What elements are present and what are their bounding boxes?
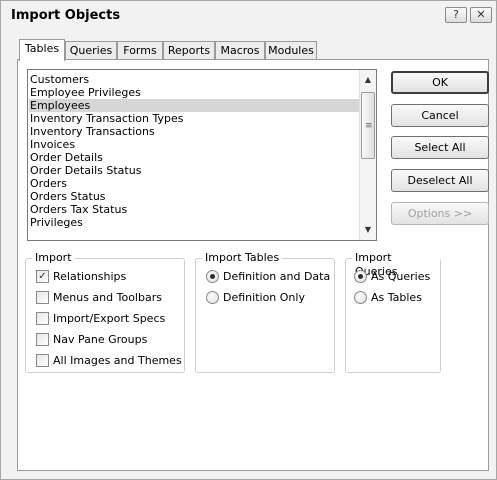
- tab-queries[interactable]: Queries: [65, 41, 117, 60]
- menus-toolbars-label: Menus and Toolbars: [53, 291, 162, 304]
- tab-modules[interactable]: Modules: [265, 41, 317, 60]
- list-item-employee-privileges[interactable]: Employee Privileges: [29, 86, 359, 99]
- checkbox-box[interactable]: [36, 354, 49, 367]
- relationships-label: Relationships: [53, 270, 127, 283]
- import-queries-group: Import Queries As Queries As Tables: [345, 251, 441, 373]
- list-scrollbar[interactable]: ▲ ≡ ▼: [359, 70, 376, 240]
- list-item-orders[interactable]: Orders: [29, 177, 359, 190]
- list-item-order-details[interactable]: Order Details: [29, 151, 359, 164]
- all-images-themes-label: All Images and Themes: [53, 354, 182, 367]
- list-item-order-details-status[interactable]: Order Details Status: [29, 164, 359, 177]
- help-button[interactable]: ?: [445, 7, 467, 23]
- cancel-button[interactable]: Cancel: [391, 104, 489, 127]
- checkbox-box[interactable]: [36, 333, 49, 346]
- as-tables-label: As Tables: [371, 291, 422, 304]
- list-item-orders-status[interactable]: Orders Status: [29, 190, 359, 203]
- tab-forms[interactable]: Forms: [117, 41, 163, 60]
- definition-only-label: Definition Only: [223, 291, 305, 304]
- list-item-invoices[interactable]: Invoices: [29, 138, 359, 151]
- nav-pane-groups-label: Nav Pane Groups: [53, 333, 148, 346]
- deselect-all-button[interactable]: Deselect All: [391, 169, 489, 192]
- tab-reports[interactable]: Reports: [163, 41, 215, 60]
- definition-and-data-label: Definition and Data: [223, 270, 331, 283]
- dialog-title: Import Objects: [11, 8, 121, 23]
- checkbox-box[interactable]: [36, 312, 49, 325]
- check-icon[interactable]: ✓: [36, 270, 49, 283]
- title-bar: Import Objects ? ✕: [1, 1, 496, 29]
- radio-selected-icon[interactable]: [354, 270, 367, 283]
- close-button[interactable]: ✕: [470, 7, 492, 23]
- radio-selected-icon[interactable]: [206, 270, 219, 283]
- import-group: Import ✓ Relationships Menus and Toolbar…: [25, 251, 185, 373]
- import-tables-legend: Import Tables: [202, 251, 283, 265]
- select-all-button[interactable]: Select All: [391, 136, 489, 159]
- list-item-privileges[interactable]: Privileges: [29, 216, 359, 229]
- import-group-legend: Import: [32, 251, 75, 265]
- scroll-up-icon[interactable]: ▲: [360, 72, 376, 88]
- grip-icon: ≡: [365, 121, 373, 131]
- tab-tables[interactable]: Tables: [19, 39, 65, 61]
- scroll-thumb[interactable]: ≡: [361, 92, 375, 159]
- objects-list[interactable]: Customers Employee Privileges Employees …: [27, 69, 377, 241]
- options-button[interactable]: Options >>: [391, 202, 489, 225]
- ok-button[interactable]: OK: [391, 71, 489, 94]
- list-item-inventory-transactions[interactable]: Inventory Transactions: [29, 125, 359, 138]
- import-export-specs-label: Import/Export Specs: [53, 312, 166, 325]
- list-item-orders-tax-status[interactable]: Orders Tax Status: [29, 203, 359, 216]
- radio-icon[interactable]: [206, 291, 219, 304]
- import-objects-dialog: Import Objects ? ✕ Tables Queries Forms …: [0, 0, 497, 480]
- radio-icon[interactable]: [354, 291, 367, 304]
- tab-macros[interactable]: Macros: [215, 41, 265, 60]
- checkbox-box[interactable]: [36, 291, 49, 304]
- list-item-inventory-transaction-types[interactable]: Inventory Transaction Types: [29, 112, 359, 125]
- list-item-employees[interactable]: Employees: [29, 99, 359, 112]
- as-queries-label: As Queries: [371, 270, 431, 283]
- list-item-customers[interactable]: Customers: [29, 73, 359, 86]
- import-tables-group: Import Tables Definition and Data Defini…: [195, 251, 335, 373]
- scroll-down-icon[interactable]: ▼: [360, 222, 376, 238]
